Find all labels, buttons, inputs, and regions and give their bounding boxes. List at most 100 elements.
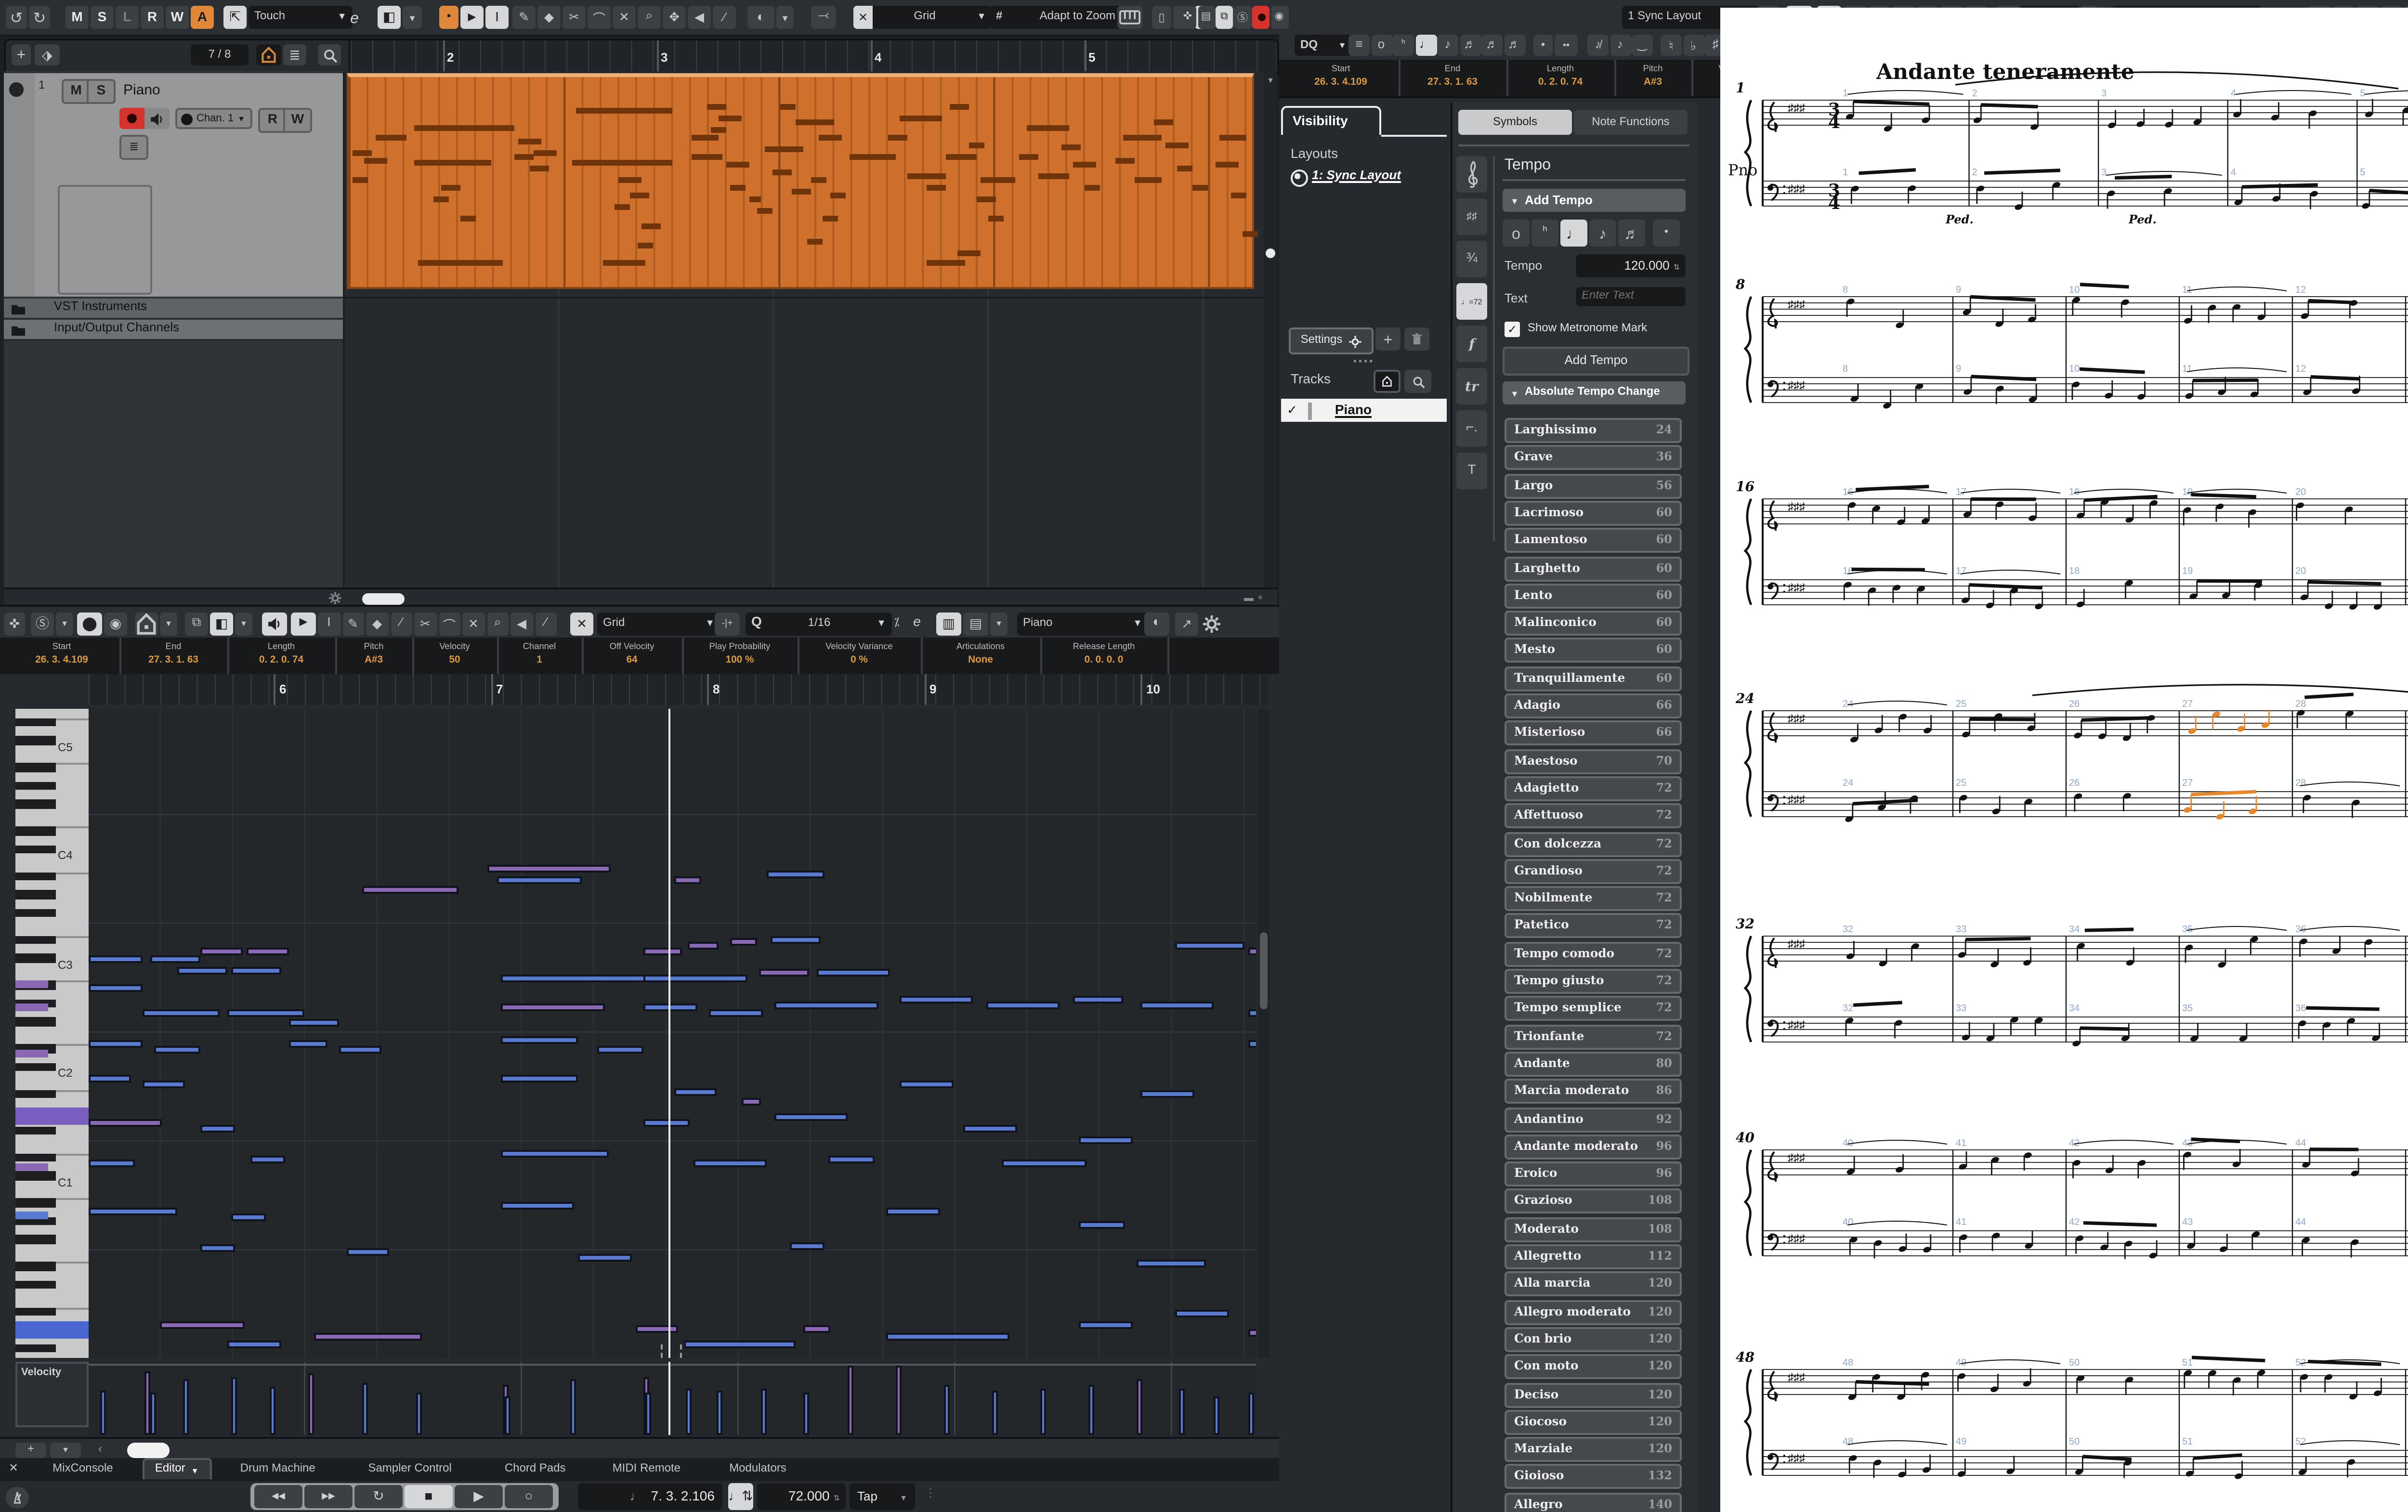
grid-adapt-dropdown[interactable]: #Adapt to Zoom [990,6,1121,29]
midi-note[interactable] [231,967,281,975]
ke-ruler[interactable]: 678910 [89,674,1268,705]
midi-note[interactable] [501,1036,578,1044]
midi-note[interactable] [143,1009,220,1017]
velocity-bar[interactable] [944,1385,950,1435]
range-tool-button[interactable]: I [485,6,509,29]
black-key[interactable] [15,1235,56,1244]
midi-note[interactable] [759,969,809,977]
panel-resize-grip[interactable]: ▪▪▪▪ [1339,356,1389,366]
layout-radio[interactable] [1291,169,1308,187]
midi-note[interactable] [1079,1136,1133,1145]
eighth-note-value-button[interactable]: ♪ [1589,220,1616,247]
tempo-mark-lamentoso[interactable]: Lamentoso60 [1505,528,1682,553]
midi-note[interactable] [774,1113,848,1121]
tempo-mark-grave[interactable]: Grave36 [1505,445,1682,470]
black-key[interactable] [15,763,56,772]
midi-note[interactable] [1248,1329,1256,1337]
note-grid[interactable] [89,709,1256,1358]
time-signature-icon[interactable]: ¾ [1456,241,1487,277]
tempo-value-field[interactable]: 120.000⇅ [1576,254,1686,277]
ke-info-field[interactable]: PitchA#3 [335,638,414,674]
score-notation[interactable]: 1••♯♯♯♯♯♯343411223344556677Ped.Ped.8••♯♯… [1720,8,2408,1512]
midi-note[interactable] [1140,1090,1194,1098]
tempo-mark-andante-moderato[interactable]: Andante moderato96 [1505,1134,1682,1159]
editor-solo-caret[interactable]: ▼ [56,612,73,635]
state-button-a[interactable]: A [191,6,214,29]
ke-info-field[interactable]: Length0. 2. 0. 74 [227,638,337,674]
ke-lanes-button[interactable]: ▤ [963,612,988,635]
visible-track-row[interactable]: ✓Piano [1281,399,1447,422]
add-tempo-header[interactable]: ▼Add Tempo [1503,189,1686,212]
nudge-button[interactable]: ⤙ [811,6,836,29]
midi-note[interactable] [231,1213,266,1222]
win-solo-button[interactable]: Ⓢ [1234,6,1251,29]
ke-part-dropdown[interactable]: Piano▼ [1017,612,1148,635]
black-key[interactable] [15,908,56,917]
object-selection-mode-icon[interactable]: ▪ [439,6,458,29]
velocity-bar[interactable] [505,1396,511,1435]
black-key[interactable] [15,1126,56,1135]
sixteenth-note-button[interactable]: ♬ [1459,35,1480,56]
add-tempo-button[interactable]: Add Tempo [1503,347,1689,376]
midi-note[interactable] [742,1098,761,1106]
midi-note[interactable] [501,1075,578,1083]
tempo-mark-patetico[interactable]: Patetico72 [1505,914,1682,939]
midi-note[interactable] [227,1009,304,1017]
tempo-mark-marziale[interactable]: Marziale120 [1505,1437,1682,1462]
tempo-mark-grazioso[interactable]: Grazioso108 [1505,1189,1682,1214]
midi-note[interactable] [250,1156,285,1164]
midi-note[interactable] [886,1208,940,1216]
editor-visibility-caret[interactable]: ▼ [160,612,177,635]
win-page-button[interactable]: ▤ [1197,6,1215,29]
midi-note[interactable] [828,1156,875,1164]
tempo-mark-moderato[interactable]: Moderato108 [1505,1217,1682,1242]
snap-type-dropdown[interactable]: ✕Grid▼ [853,6,992,29]
black-key[interactable] [15,1199,56,1208]
black-key[interactable] [15,736,56,745]
autoscroll-button[interactable]: ◧ [378,6,401,29]
mute-tool-button[interactable]: ◀ [688,6,711,29]
ke-vscrollbar[interactable] [1258,709,1269,1358]
ke-grid-relative-button[interactable]: -|+ [715,612,740,635]
clef-icon[interactable] [1456,156,1487,193]
midi-note[interactable] [160,1321,245,1330]
velocity-bar[interactable] [570,1380,576,1435]
midi-note[interactable] [597,1046,643,1054]
dynamics-icon[interactable]: f [1456,326,1487,362]
lower-zone-tab-chord-pads[interactable]: Chord Pads [487,1458,583,1479]
midi-note[interactable] [774,1002,878,1010]
black-key[interactable] [15,782,56,791]
midi-note[interactable] [688,942,719,950]
black-key[interactable] [15,1262,56,1271]
lower-zone-tab-sampler-control[interactable]: Sampler Control [344,1458,475,1479]
black-key[interactable] [15,1280,56,1289]
tempo-mark-gioioso[interactable]: Gioioso132 [1505,1465,1682,1490]
editor-autoscroll-caret[interactable]: ▼ [235,612,252,635]
velocity-bar[interactable] [1137,1380,1143,1435]
velocity-bar[interactable] [100,1391,106,1435]
add-track-button[interactable]: + [12,44,31,65]
close-lower-zone-button[interactable]: ✕ [4,1460,23,1477]
midi-note[interactable] [771,936,821,944]
midi-note[interactable] [643,1004,697,1012]
black-key[interactable] [15,1343,56,1353]
midi-note[interactable] [1079,1321,1133,1330]
ke-glue-tool[interactable]: ⌒ [438,612,460,635]
state-button-r[interactable]: R [141,6,164,29]
track-visibility-home-button[interactable] [256,44,281,65]
ke-drum-tool[interactable]: ◆ [366,612,388,635]
double-dot-button[interactable]: •• [1555,35,1578,56]
black-key[interactable] [15,827,56,836]
midi-note[interactable] [1002,1160,1086,1168]
midi-note[interactable] [790,1242,824,1251]
midi-note[interactable] [487,865,611,873]
channel-selector[interactable]: Chan. 1▼ [175,108,252,129]
midi-part[interactable] [347,73,1254,289]
black-key[interactable] [15,936,56,945]
midi-note[interactable] [1079,1221,1125,1229]
symbols-tab-note-functions[interactable]: Note Functions [1574,110,1688,135]
black-key[interactable] [15,718,56,727]
ke-slash-tool[interactable]: ∕ [535,612,557,635]
black-key[interactable] [15,890,56,899]
lower-zone-tab-mixconsole[interactable]: MixConsole [35,1458,131,1479]
